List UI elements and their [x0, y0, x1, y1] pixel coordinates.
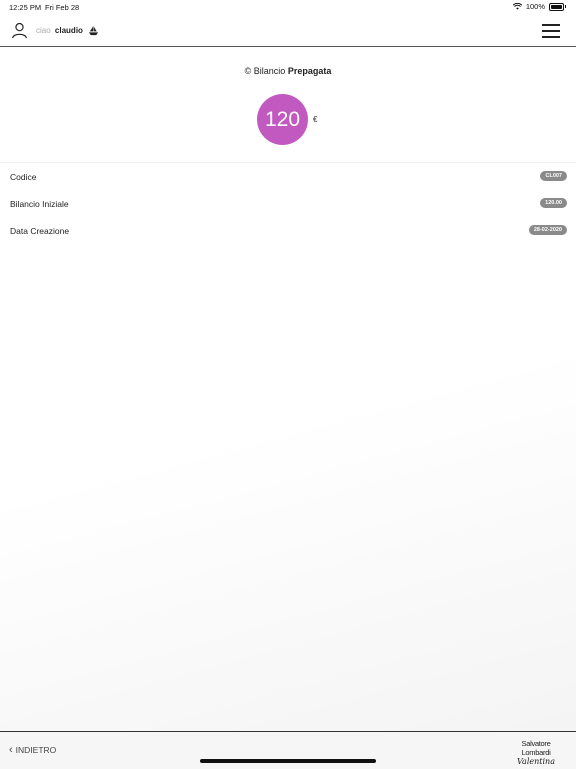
footer-bar: ‹ INDIETRO Salvatore Lombardi Valentina [0, 731, 576, 769]
status-time: 12:25 PM [9, 3, 42, 12]
brand-line1: Salvatore Lombardi [521, 739, 551, 757]
detail-badge: 120.00 [540, 198, 567, 208]
status-date: Fri Feb 28 [45, 3, 80, 12]
chevron-left-icon: ‹ [9, 744, 13, 756]
battery-percent: 100% [525, 2, 545, 11]
status-right: 100% [512, 2, 566, 11]
balance-value: 120 [264, 107, 301, 131]
balance-title: © Bilancio Prepagata [0, 66, 576, 76]
back-label: INDIETRO [15, 745, 57, 755]
detail-row-data-creazione: Data Creazione 28-02-2020 [0, 217, 576, 244]
greeting-prefix: ciao [36, 26, 51, 35]
status-bar: 12:25 PM Fri Feb 28 100% [0, 0, 576, 14]
wifi-icon [512, 3, 522, 10]
menu-icon[interactable] [542, 24, 560, 38]
balance-amount: 120 [257, 94, 308, 145]
greeting: ciao claudio [36, 26, 83, 35]
home-indicator[interactable] [200, 759, 376, 763]
title-bold: Prepagata [287, 66, 332, 76]
user-name: claudio [54, 26, 83, 35]
title-prefix: Bilancio [253, 66, 286, 76]
detail-label: Bilancio Iniziale [10, 199, 69, 209]
boat-icon[interactable] [88, 25, 99, 36]
brand-line2: Valentina [517, 757, 555, 766]
back-button[interactable]: ‹ INDIETRO [9, 744, 56, 756]
app-header: ciao claudio [0, 14, 576, 47]
detail-label: Data Creazione [10, 226, 70, 236]
battery-cap [565, 5, 566, 8]
content-background [0, 244, 576, 731]
detail-row-codice: Codice CL007 [0, 163, 576, 190]
brand-logo: Salvatore Lombardi Valentina [508, 739, 564, 766]
currency-symbol: € [313, 115, 318, 124]
copyright-icon: © [244, 66, 252, 76]
details-list: Codice CL007 Bilancio Iniziale 120.00 Da… [0, 162, 576, 245]
detail-badge: CL007 [540, 171, 567, 181]
detail-badge: 28-02-2020 [528, 225, 567, 235]
detail-label: Codice [10, 172, 37, 182]
user-icon[interactable] [11, 22, 28, 39]
battery-icon [549, 2, 564, 11]
detail-row-bilancio-iniziale: Bilancio Iniziale 120.00 [0, 190, 576, 217]
